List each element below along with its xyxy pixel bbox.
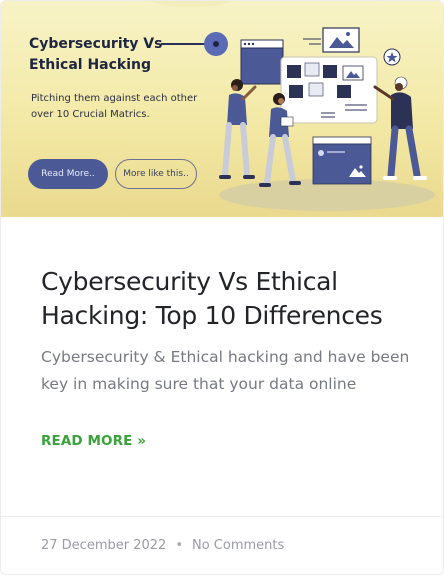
post-meta: 27 December 2022 • No Comments — [41, 537, 284, 555]
code-window-icon — [312, 136, 372, 185]
person-right — [373, 76, 427, 180]
hero-connector-line — [161, 43, 205, 45]
meta-separator: • — [175, 538, 183, 553]
featured-image[interactable]: Cybersecurity Vs Ethical Hacking Pitchin… — [1, 1, 443, 217]
pinboard — [280, 56, 378, 124]
post-title-link[interactable]: Cybersecurity Vs Ethical Hacking: Top 10… — [41, 265, 421, 333]
hero-read-more-button: Read More.. — [28, 159, 108, 189]
picture-frame-icon — [322, 27, 360, 53]
blog-post-card: Cybersecurity Vs Ethical Hacking Pitchin… — [0, 0, 444, 575]
team-pinboard-illustration — [219, 27, 435, 211]
browser-window-icon — [240, 39, 284, 85]
hero-more-like-this-button: More like this.. — [115, 159, 197, 189]
read-more-link[interactable]: READ MORE » — [41, 431, 146, 451]
comments-link[interactable]: No Comments — [192, 538, 284, 553]
hero-title: Cybersecurity Vs Ethical Hacking — [29, 36, 163, 73]
post-date: 27 December 2022 — [41, 538, 167, 553]
card-footer-divider — [1, 516, 443, 517]
hero-subtitle: Pitching them against each other over 10… — [31, 93, 198, 120]
person-left — [219, 79, 257, 179]
post-excerpt: Cybersecurity & Ethical hacking and have… — [41, 348, 410, 393]
star-badge-icon — [383, 48, 401, 66]
decorative-arc — [61, 1, 321, 7]
